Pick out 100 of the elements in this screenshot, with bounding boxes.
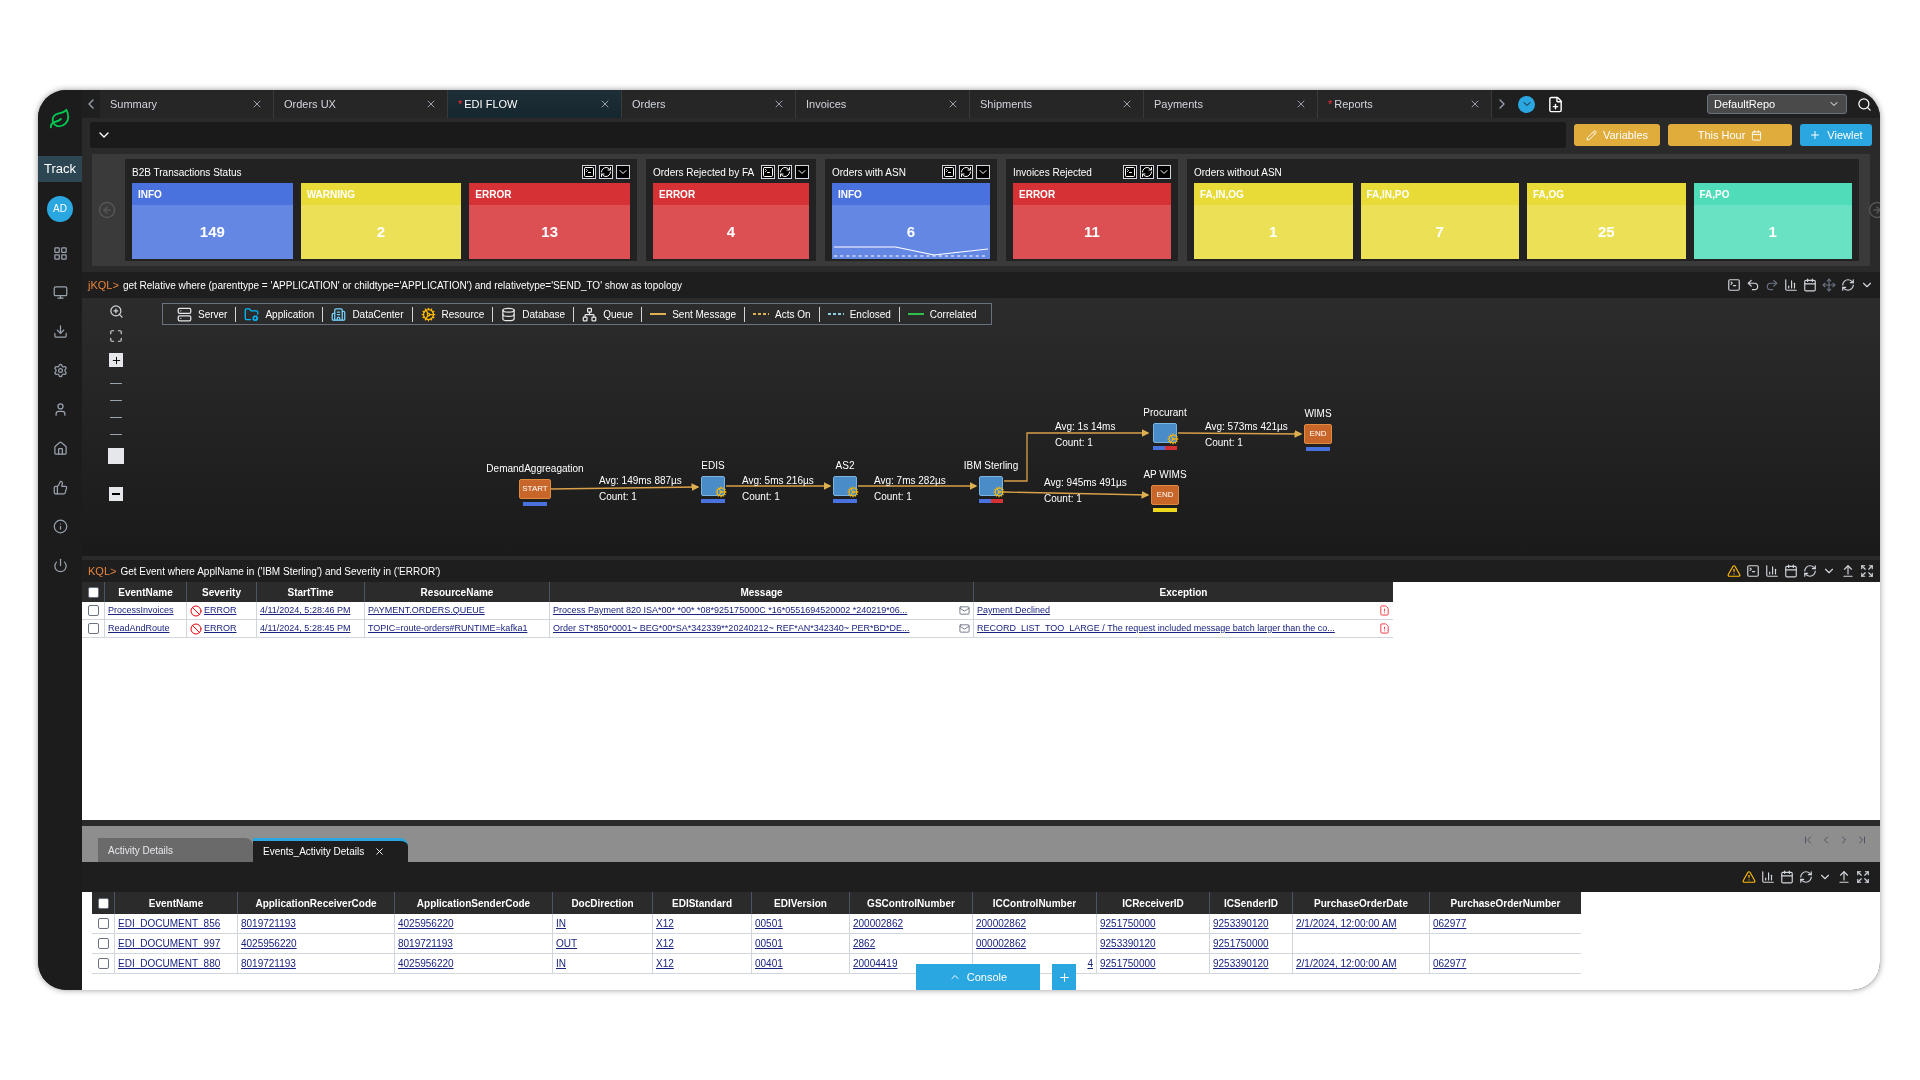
folder-gear-node-icon[interactable] — [979, 476, 1003, 496]
column-header[interactable]: Severity — [186, 582, 256, 602]
cell-link[interactable]: 4/11/2024, 5:28:45 PM — [260, 621, 351, 636]
status-tile[interactable]: INFO 149 — [132, 183, 293, 259]
checkbox[interactable] — [87, 605, 99, 616]
checkbox[interactable] — [97, 897, 109, 909]
calendar-icon[interactable] — [1780, 870, 1794, 884]
cell-link[interactable]: TOPIC=route-orders#RUNTIME=kafka1 — [368, 621, 528, 636]
cell-link[interactable]: IN — [556, 956, 566, 971]
warning-file-icon[interactable] — [1379, 605, 1390, 616]
column-header[interactable]: EventName — [114, 892, 237, 914]
fit-screen-icon[interactable] — [109, 329, 123, 343]
folder-gear-node-icon[interactable] — [1153, 423, 1177, 443]
expand-icon[interactable] — [1860, 564, 1874, 578]
close-icon[interactable] — [1469, 98, 1481, 110]
tab[interactable]: Summary — [100, 90, 274, 118]
cell-link[interactable]: 4 — [1087, 956, 1093, 971]
checkbox[interactable] — [97, 918, 109, 929]
status-tile[interactable]: ERROR 4 — [653, 183, 809, 259]
close-icon[interactable] — [374, 846, 386, 857]
zoom-out-button[interactable] — [109, 487, 123, 501]
terminal-icon[interactable] — [1123, 165, 1137, 179]
column-header[interactable]: StartTime — [256, 582, 364, 602]
cell-link[interactable]: OUT — [556, 936, 578, 951]
tab[interactable]: * EDI FLOW — [448, 90, 622, 118]
sidebar-section-label[interactable]: Track — [38, 156, 82, 182]
cell-link[interactable]: 9251750000 — [1100, 956, 1156, 971]
tab[interactable]: Shipments — [970, 90, 1144, 118]
refresh-icon[interactable] — [1799, 870, 1813, 884]
cell-link[interactable]: 8019721193 — [241, 956, 296, 971]
cell-link[interactable]: 9253390120 — [1213, 956, 1269, 971]
cell-link[interactable]: 00501 — [755, 936, 783, 951]
folder-node-icon[interactable]: END — [1304, 424, 1332, 444]
warning-icon[interactable] — [1742, 870, 1756, 884]
column-header[interactable]: ICControlNumber — [972, 892, 1096, 914]
terminal-icon[interactable] — [1727, 278, 1741, 292]
cell-link[interactable]: 20004419 — [853, 956, 898, 971]
cell-link[interactable]: RECORD_LIST_TOO_LARGE / The request included message batch larger than the co... — [977, 621, 1335, 636]
move-icon[interactable] — [1822, 278, 1836, 292]
eject-icon[interactable] — [1841, 564, 1855, 578]
cell-link[interactable]: Payment Declined — [977, 603, 1051, 618]
cell-link[interactable]: EDI_DOCUMENT_997 — [118, 936, 221, 951]
column-header[interactable]: DocDirection — [552, 892, 652, 914]
home-icon[interactable] — [52, 440, 68, 456]
chevron-down-icon[interactable] — [1157, 165, 1171, 179]
query-text[interactable]: Get Event where ApplName in ('IBM Sterling') and Severity in ('ERROR') — [120, 563, 441, 579]
cell-link[interactable]: ERROR — [204, 621, 237, 636]
column-header[interactable]: Exception — [973, 582, 1393, 602]
close-icon[interactable] — [773, 98, 785, 110]
detail-tab[interactable]: Activity Details — [98, 838, 253, 862]
cell-link[interactable]: EDI_DOCUMENT_880 — [118, 956, 221, 971]
chevron-down-icon[interactable] — [616, 165, 630, 179]
redo-icon[interactable] — [1765, 278, 1779, 292]
calendar-icon[interactable] — [1803, 278, 1817, 292]
column-header[interactable]: PurchaseOrderDate — [1292, 892, 1429, 914]
cell-link[interactable]: 2/1/2024, 12:00:00 AM — [1296, 916, 1397, 931]
monitor-icon[interactable] — [52, 284, 68, 300]
cell-link[interactable]: X12 — [656, 916, 674, 931]
tab[interactable]: Orders UX — [274, 90, 448, 118]
column-header[interactable]: ApplicationReceiverCode — [237, 892, 394, 914]
cell-link[interactable]: IN — [556, 916, 566, 931]
status-tile[interactable]: INFO 6 — [832, 183, 990, 259]
tab[interactable]: Payments — [1144, 90, 1318, 118]
power-icon[interactable] — [52, 557, 68, 573]
warning-icon[interactable] — [1727, 564, 1741, 578]
refresh-icon[interactable] — [599, 165, 613, 179]
column-header[interactable]: EDIVersion — [751, 892, 849, 914]
grid-icon[interactable] — [52, 245, 68, 261]
query-text[interactable]: get Relative where (parenttype = 'APPLICATION' or childtype='APPLICATION') and relativetype='SEND_TO' show as topology — [122, 277, 683, 293]
cell-link[interactable]: 062977 — [1433, 916, 1467, 931]
column-header[interactable]: GSControlNumber — [849, 892, 972, 914]
cell-link[interactable]: 000002862 — [976, 936, 1027, 951]
cell-link[interactable]: 00401 — [755, 956, 783, 971]
cell-link[interactable]: 9253390120 — [1100, 936, 1156, 951]
cell-link[interactable]: EDI_DOCUMENT_856 — [118, 916, 221, 931]
new-file-icon[interactable] — [1547, 95, 1564, 113]
cell-link[interactable]: 4025956220 — [398, 916, 454, 931]
checkbox[interactable] — [97, 958, 109, 969]
cell-link[interactable]: ReadAndRoute — [108, 621, 170, 636]
checkbox[interactable] — [97, 938, 109, 949]
cell-link[interactable]: 8019721193 — [241, 916, 296, 931]
folder-node-icon[interactable]: START — [519, 479, 551, 499]
chart-icon[interactable] — [1761, 870, 1775, 884]
cell-link[interactable]: X12 — [656, 936, 674, 951]
thumbs-up-icon[interactable] — [52, 479, 68, 495]
column-header[interactable]: PurchaseOrderNumber — [1429, 892, 1581, 914]
column-header[interactable]: Message — [549, 582, 973, 602]
column-header[interactable]: ICSenderID — [1209, 892, 1292, 914]
detail-tab[interactable]: Events_Activity Details — [253, 838, 408, 862]
refresh-icon[interactable] — [1140, 165, 1154, 179]
settings-icon[interactable] — [52, 362, 68, 378]
terminal-icon[interactable] — [582, 165, 596, 179]
tab[interactable]: Invoices — [796, 90, 970, 118]
cell-link[interactable]: 200002862 — [853, 916, 904, 931]
terminal-icon[interactable] — [761, 165, 775, 179]
refresh-icon[interactable] — [1803, 564, 1817, 578]
cell-link[interactable]: PAYMENT.ORDERS.QUEUE — [368, 603, 485, 618]
cell-link[interactable]: Process Payment 820 ISA*00* *00* *08*925175000C *16*0551694520002 *240219*06... — [553, 603, 908, 618]
cell-link[interactable]: ERROR — [204, 603, 237, 618]
refresh-icon[interactable] — [959, 165, 973, 179]
